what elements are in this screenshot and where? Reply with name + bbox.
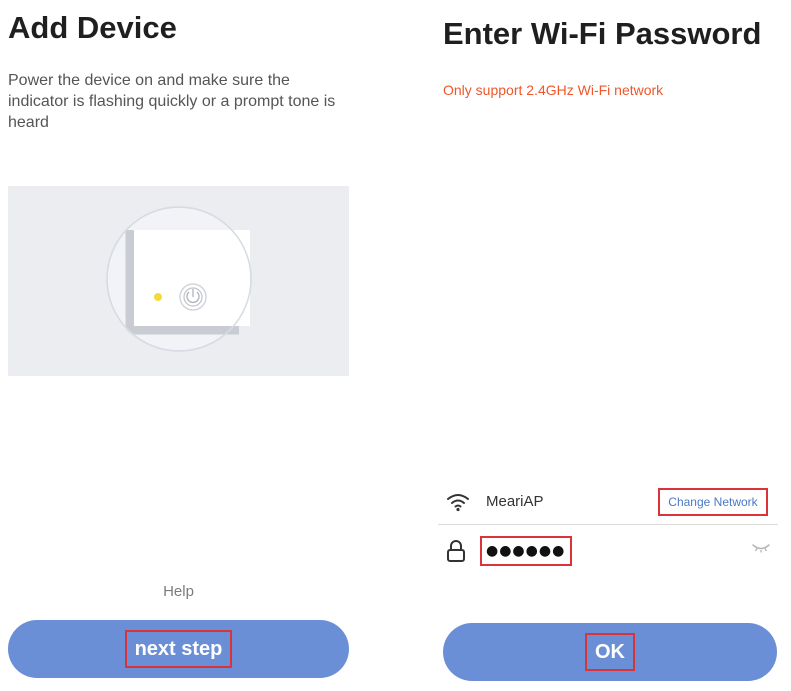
password-row — [438, 530, 778, 570]
network-name: MeariAP — [486, 493, 544, 510]
ok-button[interactable]: OK — [443, 623, 777, 681]
password-input[interactable] — [480, 536, 572, 566]
change-network-link[interactable]: Change Network — [658, 488, 768, 516]
page-title: Enter Wi-Fi Password — [443, 16, 762, 51]
ok-label: OK — [585, 633, 635, 671]
eye-closed-icon[interactable] — [752, 542, 770, 554]
help-link[interactable]: Help — [0, 583, 357, 600]
wifi-password-screen: Enter Wi-Fi Password Only support 2.4GHz… — [410, 0, 791, 691]
add-device-screen: Add Device Power the device on and make … — [0, 0, 380, 691]
lock-icon — [447, 540, 465, 562]
indicator-light-icon — [154, 293, 162, 301]
next-step-button[interactable]: next step — [8, 620, 349, 678]
network-warning: Only support 2.4GHz Wi-Fi network — [443, 82, 664, 98]
wifi-icon — [447, 494, 469, 512]
network-row: MeariAP Change Network — [438, 484, 778, 525]
page-title: Add Device — [8, 10, 177, 45]
instruction-text: Power the device on and make sure the in… — [8, 72, 336, 131]
next-step-label: next step — [124, 630, 233, 668]
power-button-icon — [179, 283, 207, 311]
device-illustration — [8, 186, 349, 376]
